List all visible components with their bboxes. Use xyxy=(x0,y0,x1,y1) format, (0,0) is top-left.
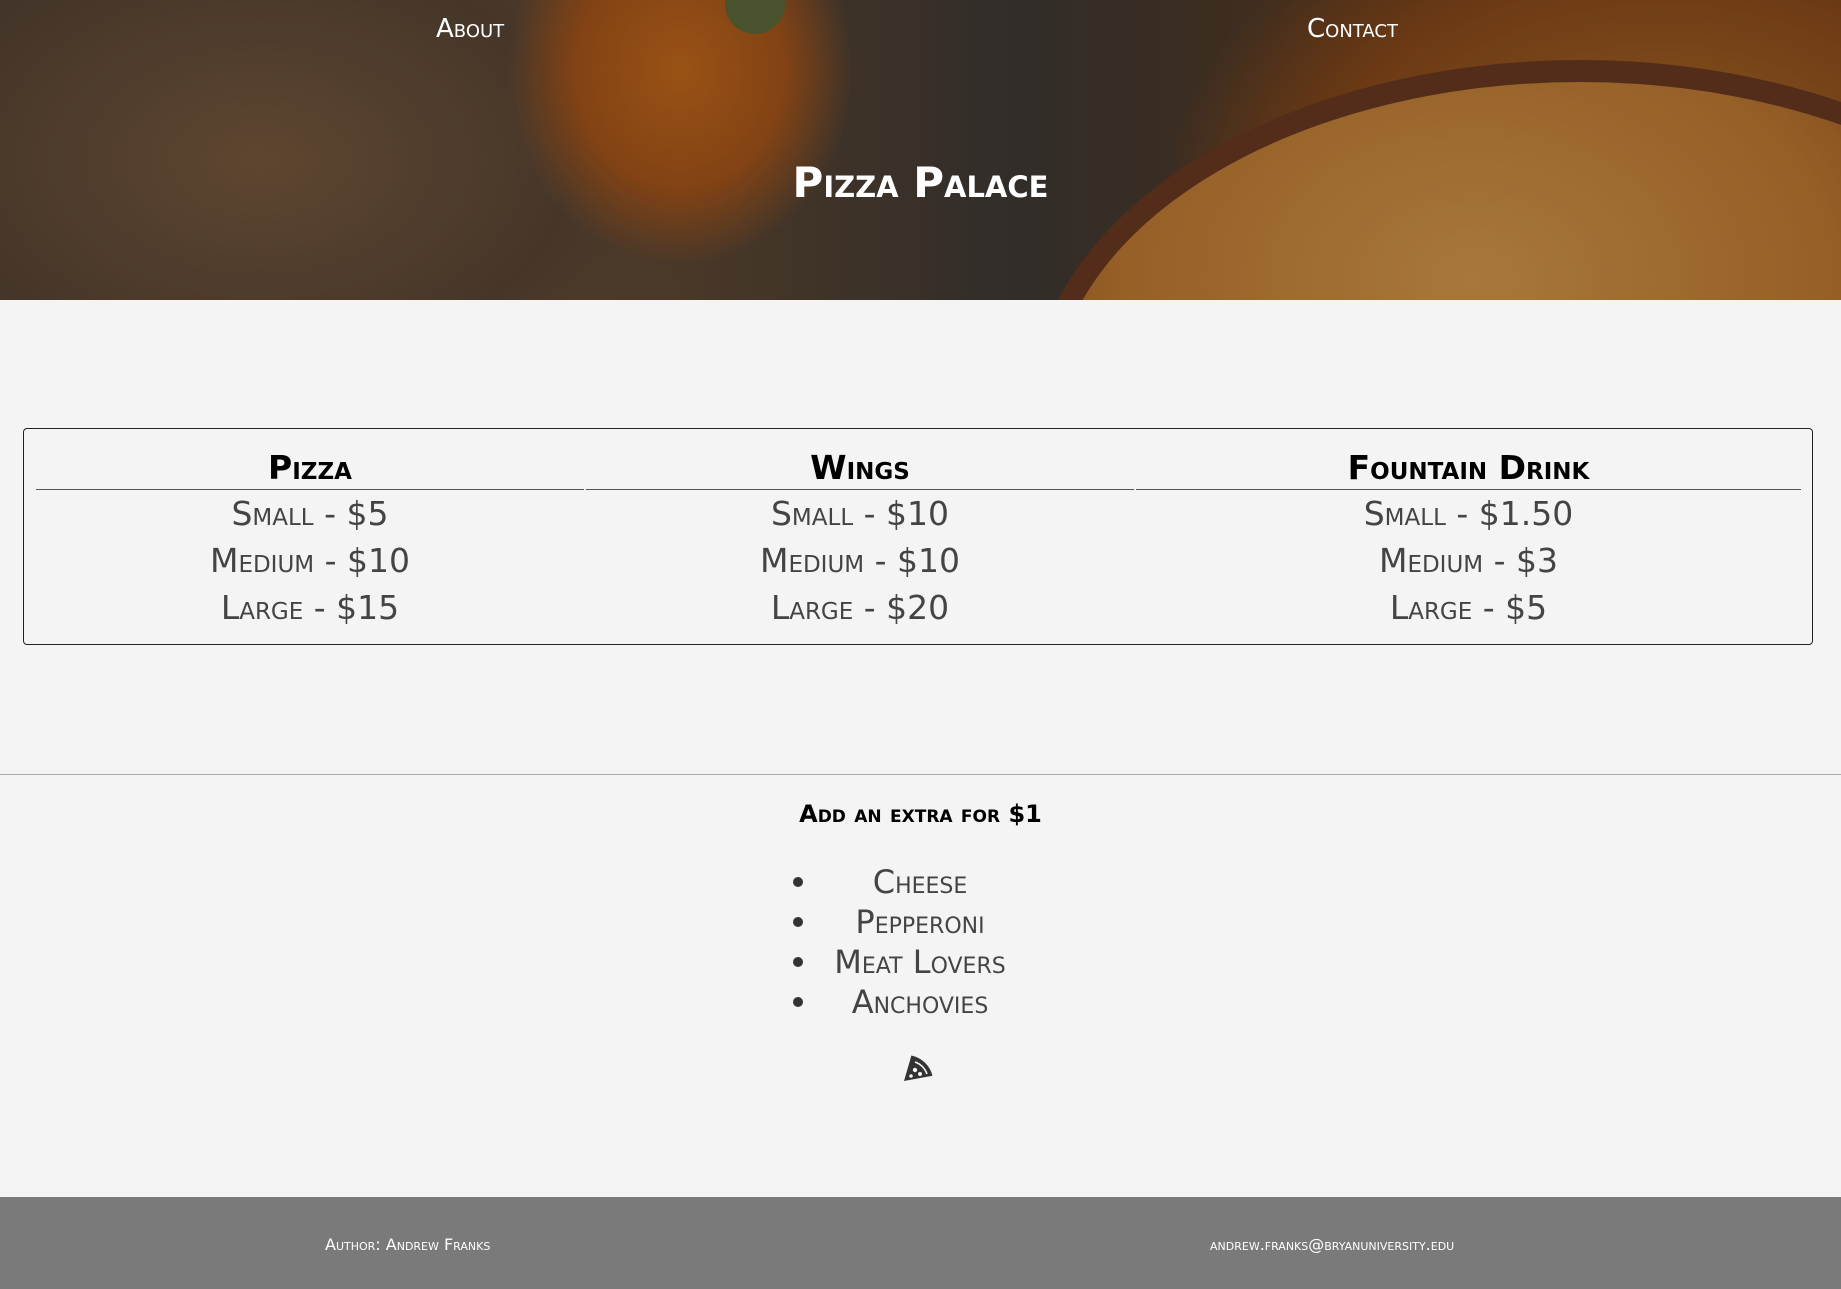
extras-list-item: Pepperoni xyxy=(790,902,1050,942)
price-item: Large - $20 xyxy=(770,588,950,627)
section-divider xyxy=(0,774,1841,775)
bullet-icon xyxy=(793,997,803,1007)
extras-list: Cheese Pepperoni Meat Lovers Anchovies xyxy=(790,862,1050,1022)
extras-list-item: Anchovies xyxy=(790,982,1050,1022)
menu-column-wings: Wings Small - $10 Medium - $10 Large - $… xyxy=(586,447,1134,631)
extras-list-item: Meat Lovers xyxy=(790,942,1050,982)
nav-contact-link[interactable]: Contact xyxy=(1307,14,1398,44)
price-list: Small - $1.50 Medium - $3 Large - $5 xyxy=(1136,490,1801,631)
pizza-slice-icon xyxy=(904,1055,933,1081)
price-menu-table: Pizza Small - $5 Medium - $10 Large - $1… xyxy=(23,428,1813,645)
extras-item-label: Meat Lovers xyxy=(834,943,1006,981)
price-list: Small - $5 Medium - $10 Large - $15 xyxy=(36,490,584,631)
bullet-icon xyxy=(793,957,803,967)
nav-about-link[interactable]: About xyxy=(436,14,504,44)
extras-item-label: Pepperoni xyxy=(855,903,985,941)
price-item: Small - $5 xyxy=(231,494,389,533)
bullet-icon xyxy=(793,917,803,927)
price-item: Large - $15 xyxy=(220,588,400,627)
bullet-icon xyxy=(793,877,803,887)
price-item: Medium - $3 xyxy=(1378,541,1559,580)
extras-item-label: Cheese xyxy=(872,863,968,901)
extras-list-item: Cheese xyxy=(790,862,1050,902)
menu-column-fountain-drink: Fountain Drink Small - $1.50 Medium - $3… xyxy=(1136,447,1801,631)
price-item: Medium - $10 xyxy=(759,541,961,580)
price-list: Small - $10 Medium - $10 Large - $20 xyxy=(586,490,1134,631)
extras-heading: Add an extra for $1 xyxy=(799,800,1042,828)
footer: Author: Andrew Franks andrew.franks@brya… xyxy=(0,1197,1841,1289)
price-item: Large - $5 xyxy=(1389,588,1548,627)
page-title: Pizza Palace xyxy=(792,158,1049,207)
menu-column-pizza: Pizza Small - $5 Medium - $10 Large - $1… xyxy=(36,447,584,631)
price-item: Medium - $10 xyxy=(209,541,411,580)
hero-header: About Contact Pizza Palace xyxy=(0,0,1841,300)
column-heading: Fountain Drink xyxy=(1136,447,1801,490)
price-item: Small - $10 xyxy=(770,494,950,533)
column-heading: Wings xyxy=(586,447,1134,490)
extras-item-label: Anchovies xyxy=(851,983,989,1021)
price-item: Small - $1.50 xyxy=(1363,494,1574,533)
footer-email-link[interactable]: andrew.franks@bryanuniversity.edu xyxy=(1210,1235,1454,1254)
footer-author: Author: Andrew Franks xyxy=(325,1235,491,1254)
column-heading: Pizza xyxy=(36,447,584,490)
